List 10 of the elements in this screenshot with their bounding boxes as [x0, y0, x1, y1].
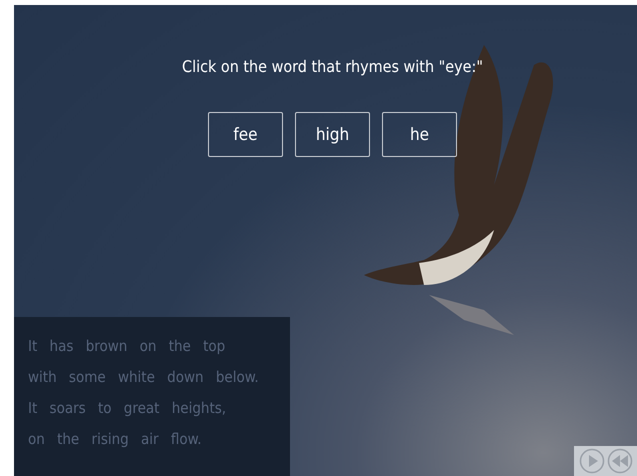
play-icon[interactable] [578, 448, 604, 474]
answer-button[interactable]: high [295, 112, 370, 157]
answer-button[interactable]: he [382, 112, 457, 157]
answer-button[interactable]: fee [208, 112, 283, 157]
rewind-icon[interactable] [606, 448, 632, 474]
poem-line: on the rising air flow. [28, 430, 203, 448]
question-text: Click on the word that rhymes with "eye:" [182, 57, 483, 76]
poem-line: with some white down below. [28, 368, 260, 386]
poem-line: It has brown on the top [28, 337, 226, 355]
poem-line: It soars to great heights, [28, 399, 228, 417]
